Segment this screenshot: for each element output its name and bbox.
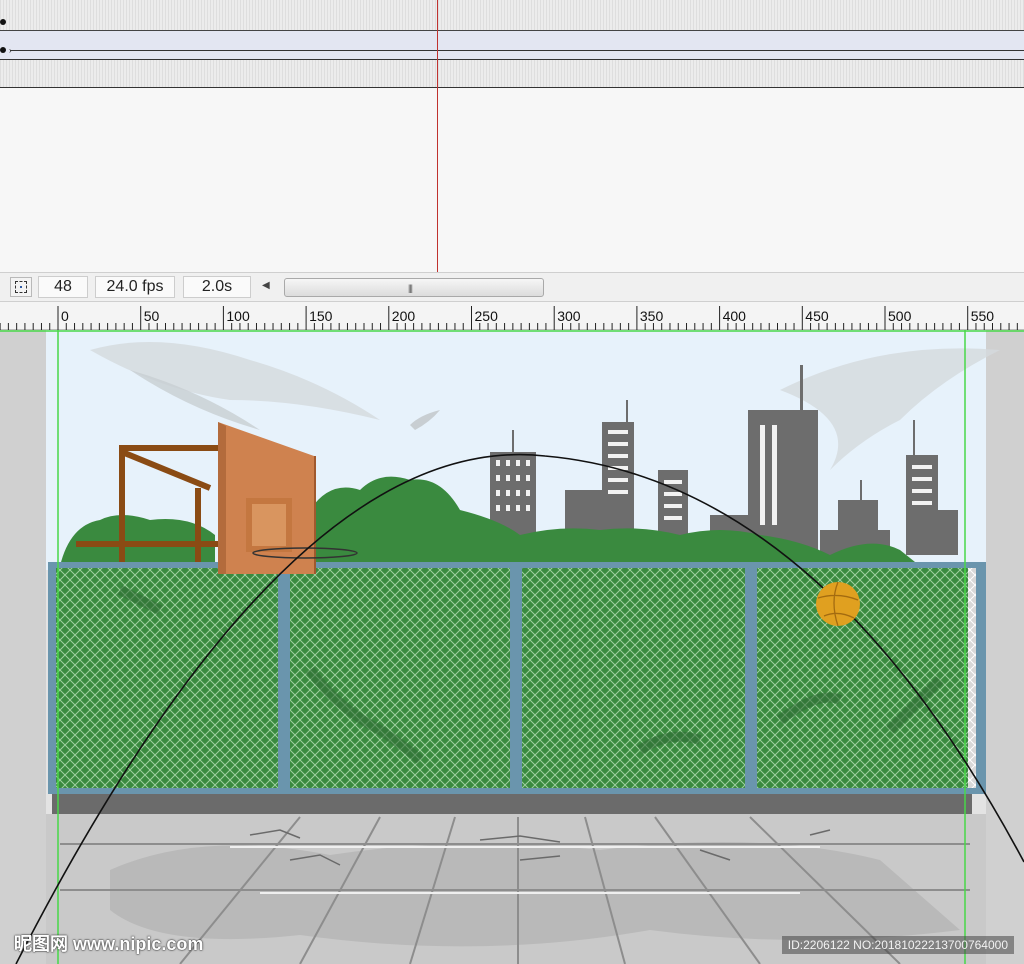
- keyframe-dot-icon[interactable]: [0, 19, 6, 25]
- timeline-panel[interactable]: ›: [0, 0, 1024, 272]
- timeline-layer-row-top[interactable]: [0, 0, 1024, 31]
- timeline-horizontal-scrollbar[interactable]: |||: [284, 278, 544, 297]
- ruler-label: 0: [61, 308, 69, 324]
- scroll-grip-icon: |||: [408, 283, 413, 293]
- watermark-logo: 昵图网 www.nipic.com: [14, 934, 204, 954]
- watermark-id: ID:2206122 NO:20181022213700764000: [781, 936, 1014, 954]
- playhead[interactable]: [437, 0, 438, 272]
- ruler-label: 50: [143, 308, 160, 324]
- tween-arrow-icon: ›: [9, 47, 12, 55]
- stage-ruler: 0 50 100 150 200 250 300 350 400 450 500 550: [0, 302, 1024, 330]
- frame-rate-field[interactable]: 24.0 fps: [95, 276, 175, 298]
- ruler-label: 100: [226, 308, 250, 324]
- timeline-layer-row-selected[interactable]: ›: [0, 31, 1024, 60]
- timeline-layer-row-bottom[interactable]: [0, 60, 1024, 88]
- scene-artwork: [0, 330, 1024, 964]
- keyframe-dot-icon[interactable]: [0, 47, 6, 53]
- timeline-status-bar: 48 24.0 fps 2.0s ◀ |||: [0, 272, 1024, 302]
- ruler-label: 250: [474, 308, 498, 324]
- ruler-label: 200: [391, 308, 416, 324]
- basketball: [816, 581, 860, 627]
- stage-canvas[interactable]: 昵图网 www.nipic.com ID:2206122 NO:20181022…: [0, 330, 1024, 964]
- elapsed-time-field: 2.0s: [183, 276, 251, 298]
- ruler-label: 550: [970, 308, 995, 324]
- scroll-left-arrow-icon[interactable]: ◀: [262, 280, 270, 291]
- center-frame-button[interactable]: [10, 277, 32, 297]
- ruler-label: 150: [309, 308, 333, 324]
- ruler-label: 400: [722, 308, 746, 324]
- ruler-label: 300: [557, 308, 581, 324]
- ruler-label: 350: [639, 308, 664, 324]
- ruler-label: 450: [805, 308, 829, 324]
- ruler-label: 500: [888, 308, 912, 324]
- motion-tween-line: [10, 50, 1024, 51]
- current-frame-field[interactable]: 48: [38, 276, 88, 298]
